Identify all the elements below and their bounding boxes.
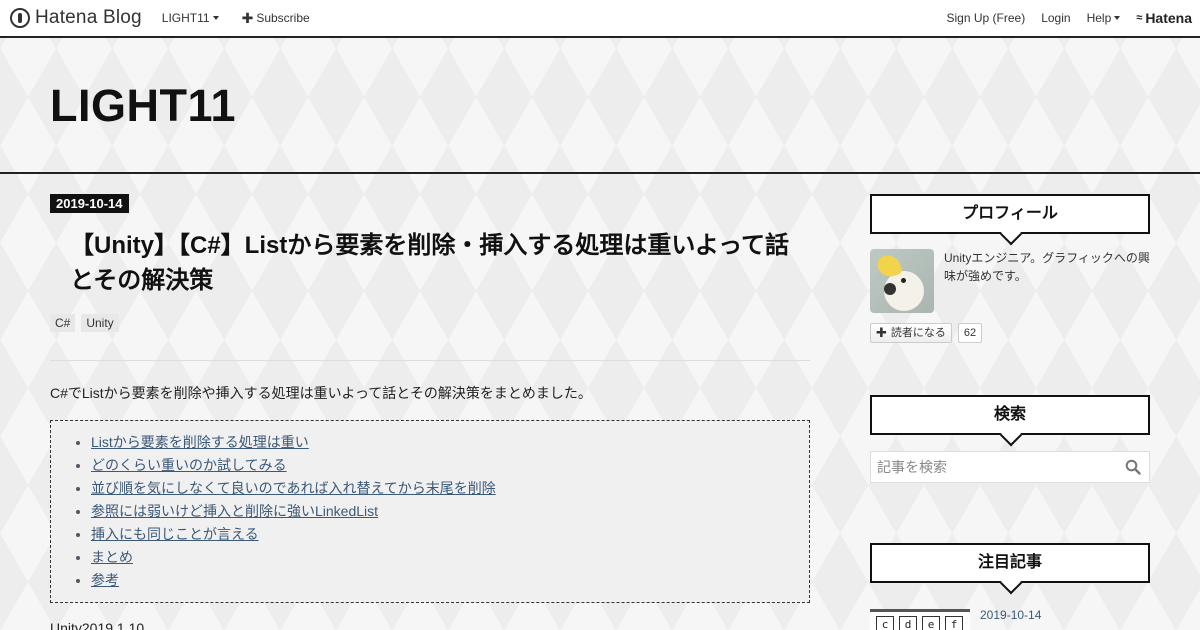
hatena-blog-logo-text: Hatena Blog [35, 7, 142, 28]
caret-down-icon [212, 16, 219, 20]
cockatoo-eye [901, 278, 906, 283]
hatena-blog-logo-icon [10, 8, 30, 28]
popular-thumbnail[interactable]: c d e f [870, 609, 970, 630]
help-label: Help [1086, 11, 1112, 25]
toc-link[interactable]: 並び順を気にしなくて良いのであれば入れ替えてから末尾を削除 [91, 480, 496, 496]
entry-main: 2019-10-14 【Unity】【C#】Listから要素を削除・挿入する処理… [50, 194, 810, 630]
plus-icon: ✚ [241, 9, 254, 26]
subscribe-reader-button[interactable]: ✚ 読者になる [870, 323, 952, 343]
thumbnail-cells: c d e f [876, 616, 970, 630]
popular-module: 注目記事 c d e f 2019-10-14 [870, 543, 1150, 630]
entry-date[interactable]: 2019-10-14 [50, 194, 129, 213]
hatena-logo[interactable]: ≈ Hatena [1136, 10, 1192, 26]
plus-icon: ✚ [876, 325, 887, 340]
cockatoo-beak [884, 283, 896, 295]
toc-list: Listから要素を削除する処理は重い どのくらい重いのか試してみる 並び順を気に… [91, 431, 809, 592]
reader-count[interactable]: 62 [957, 323, 983, 343]
toc-item: 参照には弱いけど挿入と削除に強いLinkedList [91, 500, 809, 523]
search-input[interactable] [871, 452, 1111, 482]
popular-module-title: 注目記事 [870, 543, 1150, 583]
hatena-logo-text: Hatena [1145, 10, 1192, 26]
thumbnail-cell: c [876, 616, 894, 630]
toc-item: 参考 [91, 569, 809, 592]
popular-item[interactable]: c d e f 2019-10-14 [870, 608, 1150, 630]
category-tag[interactable]: Unity [81, 314, 119, 332]
caret-down-icon [1114, 16, 1121, 20]
blog-header: LIGHT11 [0, 38, 1200, 174]
category-tag[interactable]: C# [50, 314, 76, 332]
thumbnail-cell: f [945, 616, 963, 630]
entry-version-text: Unity2019.1.10 [50, 620, 145, 630]
reader-button-label: 読者になる [890, 327, 946, 339]
entry-lead: C#でListから要素を削除や挿入する処理は重いよって話とその解決策をまとめまし… [50, 385, 592, 401]
subscribe-label: Subscribe [256, 11, 310, 25]
global-header: Hatena Blog LIGHT11 ✚ Subscribe Sign Up … [0, 0, 1200, 38]
toc-item: まとめ [91, 546, 809, 569]
profile-description: Unityエンジニア。グラフィックへの興味が強めです。 [944, 251, 1150, 283]
toc-link[interactable]: 参照には弱いけど挿入と削除に強いLinkedList [91, 503, 378, 519]
profile-module-title: プロフィール [870, 194, 1150, 234]
toc-link[interactable]: まとめ [91, 549, 133, 565]
sidebar: プロフィール Unityエンジニア。グラフィックへの興味が強めです。 ✚ 読者に… [870, 194, 1150, 630]
search-box [870, 451, 1150, 483]
table-of-contents: Listから要素を削除する処理は重い どのくらい重いのか試してみる 並び順を気に… [50, 420, 810, 603]
subscribe-button[interactable]: ✚ Subscribe [242, 10, 310, 27]
hatena-wave-icon: ≈ [1136, 12, 1143, 24]
toc-link[interactable]: 挿入にも同じことが言える [91, 526, 259, 542]
entry-categories: C# Unity [50, 314, 810, 332]
search-module-title: 検索 [870, 395, 1150, 435]
search-icon[interactable] [1125, 459, 1141, 475]
thumbnail-cell: d [899, 616, 917, 630]
toc-item: 挿入にも同じことが言える [91, 523, 809, 546]
global-header-right: Sign Up (Free) Login Help ≈ Hatena [931, 10, 1193, 26]
toc-link[interactable]: Listから要素を削除する処理は重い [91, 434, 309, 450]
toc-item: 並び順を気にしなくて良いのであれば入れ替えてから末尾を削除 [91, 477, 809, 500]
thumbnail-cell: e [922, 616, 940, 630]
profile-card: Unityエンジニア。グラフィックへの興味が強めです。 [870, 249, 1150, 313]
login-link[interactable]: Login [1041, 11, 1070, 25]
blog-title[interactable]: LIGHT11 [50, 80, 236, 132]
search-module: 検索 [870, 395, 1150, 483]
signup-link[interactable]: Sign Up (Free) [947, 11, 1026, 25]
help-dropdown[interactable]: Help [1087, 11, 1121, 25]
toc-item: Listから要素を削除する処理は重い [91, 431, 809, 454]
toc-link[interactable]: 参考 [91, 572, 119, 588]
blog-menu-label: LIGHT11 [161, 11, 210, 25]
hatena-blog-logo[interactable]: Hatena Blog [10, 7, 142, 29]
toc-item: どのくらい重いのか試してみる [91, 454, 809, 477]
popular-item-date[interactable]: 2019-10-14 [980, 608, 1041, 630]
reader-row: ✚ 読者になる 62 [870, 323, 1150, 343]
entry-title[interactable]: 【Unity】【C#】Listから要素を削除・挿入する処理は重いよって話とその解… [50, 228, 790, 298]
divider [50, 360, 810, 361]
blog-menu-dropdown[interactable]: LIGHT11 [162, 11, 219, 25]
toc-link[interactable]: どのくらい重いのか試してみる [91, 457, 287, 473]
avatar[interactable] [870, 249, 934, 313]
